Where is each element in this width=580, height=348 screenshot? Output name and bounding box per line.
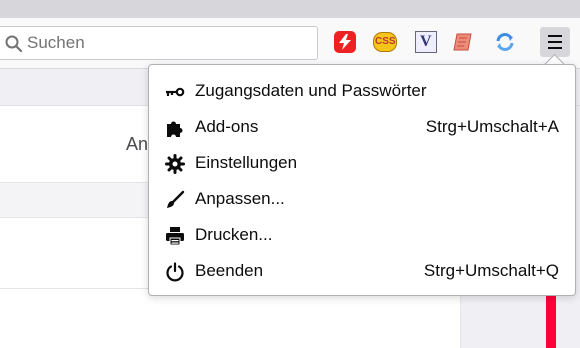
scroll-icon xyxy=(453,33,472,51)
lightning-icon xyxy=(339,34,351,50)
v-letter-icon: V xyxy=(420,33,432,50)
page-heading: An xyxy=(126,134,149,154)
search-box[interactable] xyxy=(0,26,318,60)
menu-item-shortcut: Strg+Umschalt+A xyxy=(425,117,559,136)
app-menu-panel: Zugangsdaten und Passwörter Add-ons Strg… xyxy=(148,64,576,296)
menu-item-shortcut: Strg+Umschalt+Q xyxy=(423,261,559,280)
printer-icon xyxy=(166,227,184,246)
scroll-extension[interactable] xyxy=(452,31,474,53)
menu-item-customize[interactable]: Anpassen... xyxy=(149,181,575,217)
search-icon xyxy=(5,35,23,53)
menu-item-label: Anpassen... xyxy=(195,189,285,208)
puzzle-icon xyxy=(167,121,183,137)
gear-icon xyxy=(165,154,185,174)
search-input[interactable] xyxy=(27,31,307,55)
v-extension[interactable]: V xyxy=(415,31,437,53)
sync-extension[interactable] xyxy=(494,31,516,53)
paintbrush-icon xyxy=(167,190,185,208)
css-extension[interactable]: CSS xyxy=(373,32,397,52)
menu-item-label: Beenden xyxy=(195,261,264,280)
navigation-toolbar: CSS V xyxy=(0,18,580,69)
power-icon xyxy=(166,262,184,282)
key-icon xyxy=(166,87,185,97)
menu-item-label: Add-ons xyxy=(195,117,259,136)
red-lightning-extension[interactable] xyxy=(334,31,356,53)
menu-item-settings[interactable]: Einstellungen xyxy=(149,145,575,181)
menu-item-quit[interactable]: Beenden Strg+Umschalt+Q xyxy=(149,253,575,289)
accent-bar xyxy=(546,290,556,348)
menu-item-label: Einstellungen xyxy=(195,153,298,172)
menu-item-label: Zugangsdaten und Passwörter xyxy=(195,81,427,100)
css-smiley-icon: CSS xyxy=(375,36,396,47)
open-menu-button[interactable] xyxy=(540,27,570,57)
sync-icon xyxy=(496,33,514,51)
menu-item-print[interactable]: Drucken... xyxy=(149,217,575,253)
titlebar-strip xyxy=(0,0,580,18)
menu-item-logins[interactable]: Zugangsdaten und Passwörter xyxy=(149,73,575,109)
menu-item-label: Drucken... xyxy=(195,225,273,244)
menu-item-addons[interactable]: Add-ons Strg+Umschalt+A xyxy=(149,109,575,145)
